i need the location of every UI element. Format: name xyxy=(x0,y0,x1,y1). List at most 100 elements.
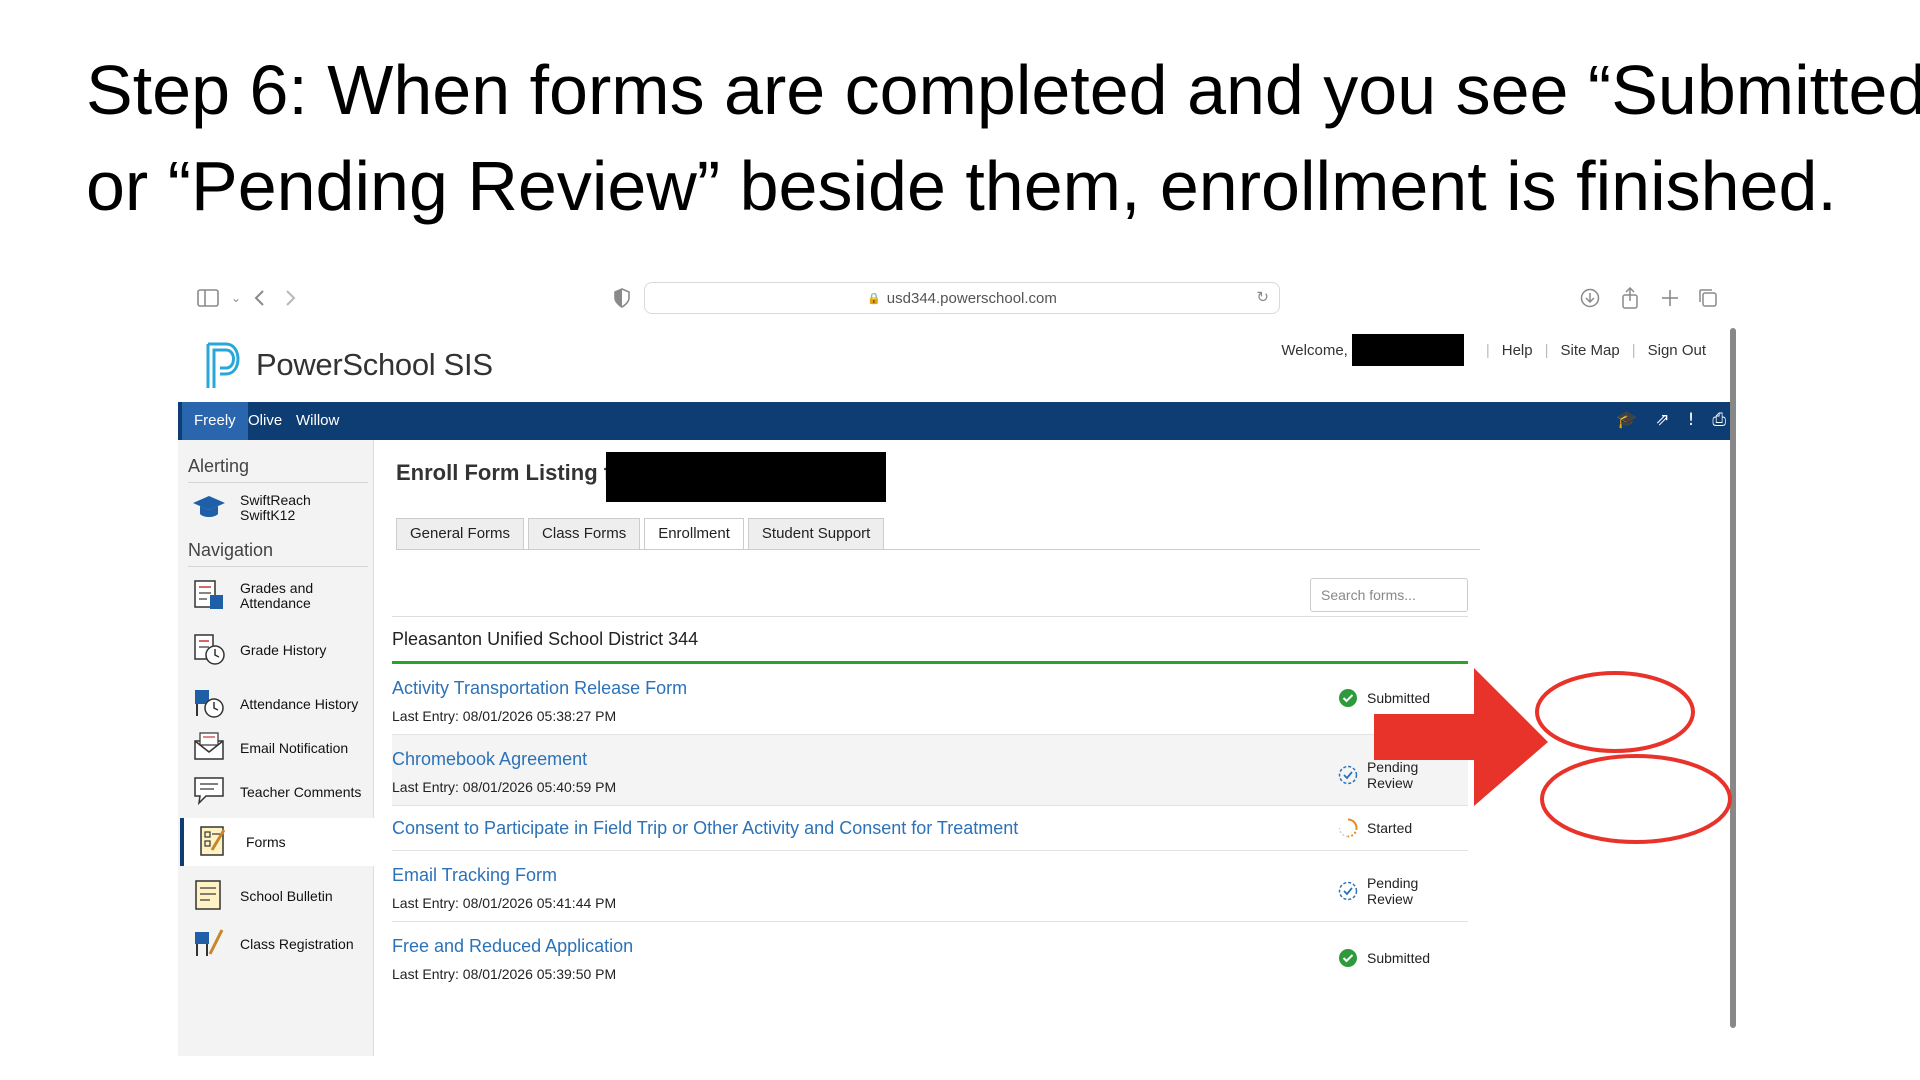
browser-toolbar: ⌄ 🔒 usd344.powerschool.com ↻ xyxy=(178,276,1736,324)
sidebar: Alerting SwiftReach SwiftK12 Navigation … xyxy=(178,440,374,1056)
comments-icon xyxy=(194,777,224,806)
new-tab-icon[interactable] xyxy=(1656,284,1684,312)
status-label: Submitted xyxy=(1367,690,1431,706)
status-label: Pending Review xyxy=(1366,759,1419,791)
redacted-student-name xyxy=(606,452,886,502)
pending-review-icon xyxy=(1338,881,1358,901)
graduation-cap-icon xyxy=(193,496,225,517)
browser-window: ⌄ 🔒 usd344.powerschool.com ↻ PowerSchool… xyxy=(178,276,1736,1056)
navbar-tools: 🎓 ⇗ ! ⎙ xyxy=(1616,410,1726,430)
last-entry: Last Entry: 08/01/2026 05:39:50 PM xyxy=(392,966,617,982)
last-entry: Last Entry: 08/01/2026 05:40:59 PM xyxy=(392,779,617,795)
sidebar-item-label: SwiftReach SwiftK12 xyxy=(240,492,311,523)
sidebar-item-label: Teacher Comments xyxy=(240,783,362,800)
sidebar-toggle-icon[interactable] xyxy=(194,284,222,312)
tab-student-support[interactable]: Student Support xyxy=(747,518,885,549)
shield-icon[interactable] xyxy=(608,284,636,312)
sidebar-item-label: Attendance History xyxy=(240,695,359,712)
sidebar-item-grades-attendance[interactable]: Grades and Attendance xyxy=(178,572,368,620)
sidebar-item-grade-history[interactable]: Grade History xyxy=(178,626,368,674)
tab-general-forms[interactable]: General Forms xyxy=(396,518,525,549)
forms-list: Pleasanton Unified School District 344 A… xyxy=(392,616,1468,992)
pending-review-icon xyxy=(1338,765,1358,785)
sidebar-item-attendance-history[interactable]: Attendance History xyxy=(178,680,368,728)
tab-overview-icon[interactable] xyxy=(1694,284,1722,312)
sidebar-item-teacher-comments[interactable]: Teacher Comments xyxy=(178,768,368,816)
sidebar-item-swiftreach[interactable]: SwiftReach SwiftK12 xyxy=(178,484,368,532)
sidebar-item-school-bulletin[interactable]: School Bulletin xyxy=(178,872,368,920)
attendance-history-icon xyxy=(195,690,224,718)
status-label: Pending Review xyxy=(1366,875,1419,907)
form-row: Email Tracking Form Last Entry: 08/01/20… xyxy=(392,851,1468,922)
started-icon xyxy=(1338,818,1358,838)
bulletin-icon xyxy=(195,880,221,910)
sign-out-link[interactable]: Sign Out xyxy=(1648,342,1706,359)
search-forms-input[interactable]: Search forms... xyxy=(1310,578,1468,612)
status-label: Submitted xyxy=(1367,950,1431,966)
form-link[interactable]: Email Tracking Form xyxy=(392,865,557,886)
main-content: Enroll Form Listing for General Forms Cl… xyxy=(378,440,1736,1056)
lock-icon: 🔒 xyxy=(867,291,881,305)
utility-links: Welcome, | Help | Site Map | Sign Out xyxy=(1281,334,1706,366)
sidebar-item-forms[interactable]: Forms xyxy=(180,818,374,866)
powerschool-logo-icon xyxy=(204,340,244,390)
sidebar-item-label: Grade History xyxy=(240,641,327,658)
form-row: Activity Transportation Release Form Las… xyxy=(392,664,1468,735)
form-link[interactable]: Consent to Participate in Field Trip or … xyxy=(392,818,1018,839)
print-icon[interactable]: ⎙ xyxy=(1712,410,1726,430)
address-bar[interactable]: 🔒 usd344.powerschool.com ↻ xyxy=(644,282,1280,314)
tab-class-forms[interactable]: Class Forms xyxy=(528,518,641,549)
sidebar-item-label: School Bulletin xyxy=(240,887,333,904)
share-icon[interactable] xyxy=(1616,284,1644,312)
forward-icon[interactable] xyxy=(276,284,304,312)
sidebar-item-email-notification[interactable]: Email Notification xyxy=(178,724,368,772)
help-link[interactable]: Help xyxy=(1502,342,1533,359)
slide-title-line-1: Step 6: When forms are completed and you… xyxy=(86,51,1920,129)
student-navbar: Freely Olive Willow 🎓 ⇗ ! ⎙ xyxy=(178,402,1736,440)
site-map-link[interactable]: Site Map xyxy=(1561,342,1620,359)
sidebar-item-label: Class Registration xyxy=(240,935,354,952)
status-badge: Submitted xyxy=(1338,948,1430,968)
status-badge: Pending Review xyxy=(1338,759,1468,791)
last-entry: Last Entry: 08/01/2026 05:41:44 PM xyxy=(392,895,617,911)
student-tab-willow[interactable]: Willow xyxy=(284,402,351,440)
grade-history-icon xyxy=(194,634,225,665)
form-row: Consent to Participate in Field Trip or … xyxy=(392,806,1468,851)
submitted-check-icon xyxy=(1339,949,1357,967)
form-link[interactable]: Chromebook Agreement xyxy=(392,749,587,770)
redacted-name xyxy=(1351,334,1464,366)
slide-title: Step 6: When forms are completed and you… xyxy=(86,42,1920,234)
sidebar-item-class-registration[interactable]: Class Registration xyxy=(178,920,368,968)
page-scrollbar[interactable] xyxy=(1730,328,1736,1028)
district-heading: Pleasanton Unified School District 344 xyxy=(392,616,1468,664)
form-tabs: General Forms Class Forms Enrollment Stu… xyxy=(396,518,888,549)
reload-icon[interactable]: ↻ xyxy=(1256,288,1269,306)
graduation-cap-icon[interactable]: 🎓 xyxy=(1616,410,1637,430)
last-entry: Last Entry: 08/01/2026 05:38:27 PM xyxy=(392,708,617,724)
status-label: Started xyxy=(1367,820,1413,836)
external-link-icon[interactable]: ⇗ xyxy=(1655,410,1669,430)
navigation-heading: Navigation xyxy=(188,540,274,560)
tab-enrollment[interactable]: Enrollment xyxy=(644,518,744,549)
sidebar-item-label: Email Notification xyxy=(240,739,349,756)
download-icon[interactable] xyxy=(1576,284,1604,312)
page-title: Enroll Form Listing for xyxy=(396,460,634,485)
powerschool-logo[interactable]: PowerSchool SIS xyxy=(204,340,493,390)
address-url: usd344.powerschool.com xyxy=(886,289,1057,307)
status-badge: Submitted xyxy=(1338,688,1430,708)
status-badge: Started xyxy=(1338,818,1412,838)
submitted-check-icon xyxy=(1339,689,1357,707)
alert-icon[interactable]: ! xyxy=(1688,410,1695,430)
status-badge: Pending Review xyxy=(1338,875,1468,907)
forms-icon xyxy=(200,826,226,856)
alerting-heading: Alerting xyxy=(188,456,250,476)
back-icon[interactable] xyxy=(246,284,274,312)
form-link[interactable]: Free and Reduced Application xyxy=(392,936,633,957)
sidebar-item-label: Grades and Attendance xyxy=(240,580,314,611)
logo-wordmark: PowerSchool SIS xyxy=(256,347,493,382)
form-link[interactable]: Activity Transportation Release Form xyxy=(392,678,687,699)
form-row: Free and Reduced Application Last Entry:… xyxy=(392,922,1468,992)
grades-attendance-icon xyxy=(194,580,223,609)
sidebar-item-label: Forms xyxy=(246,833,286,850)
class-registration-icon xyxy=(195,929,224,956)
